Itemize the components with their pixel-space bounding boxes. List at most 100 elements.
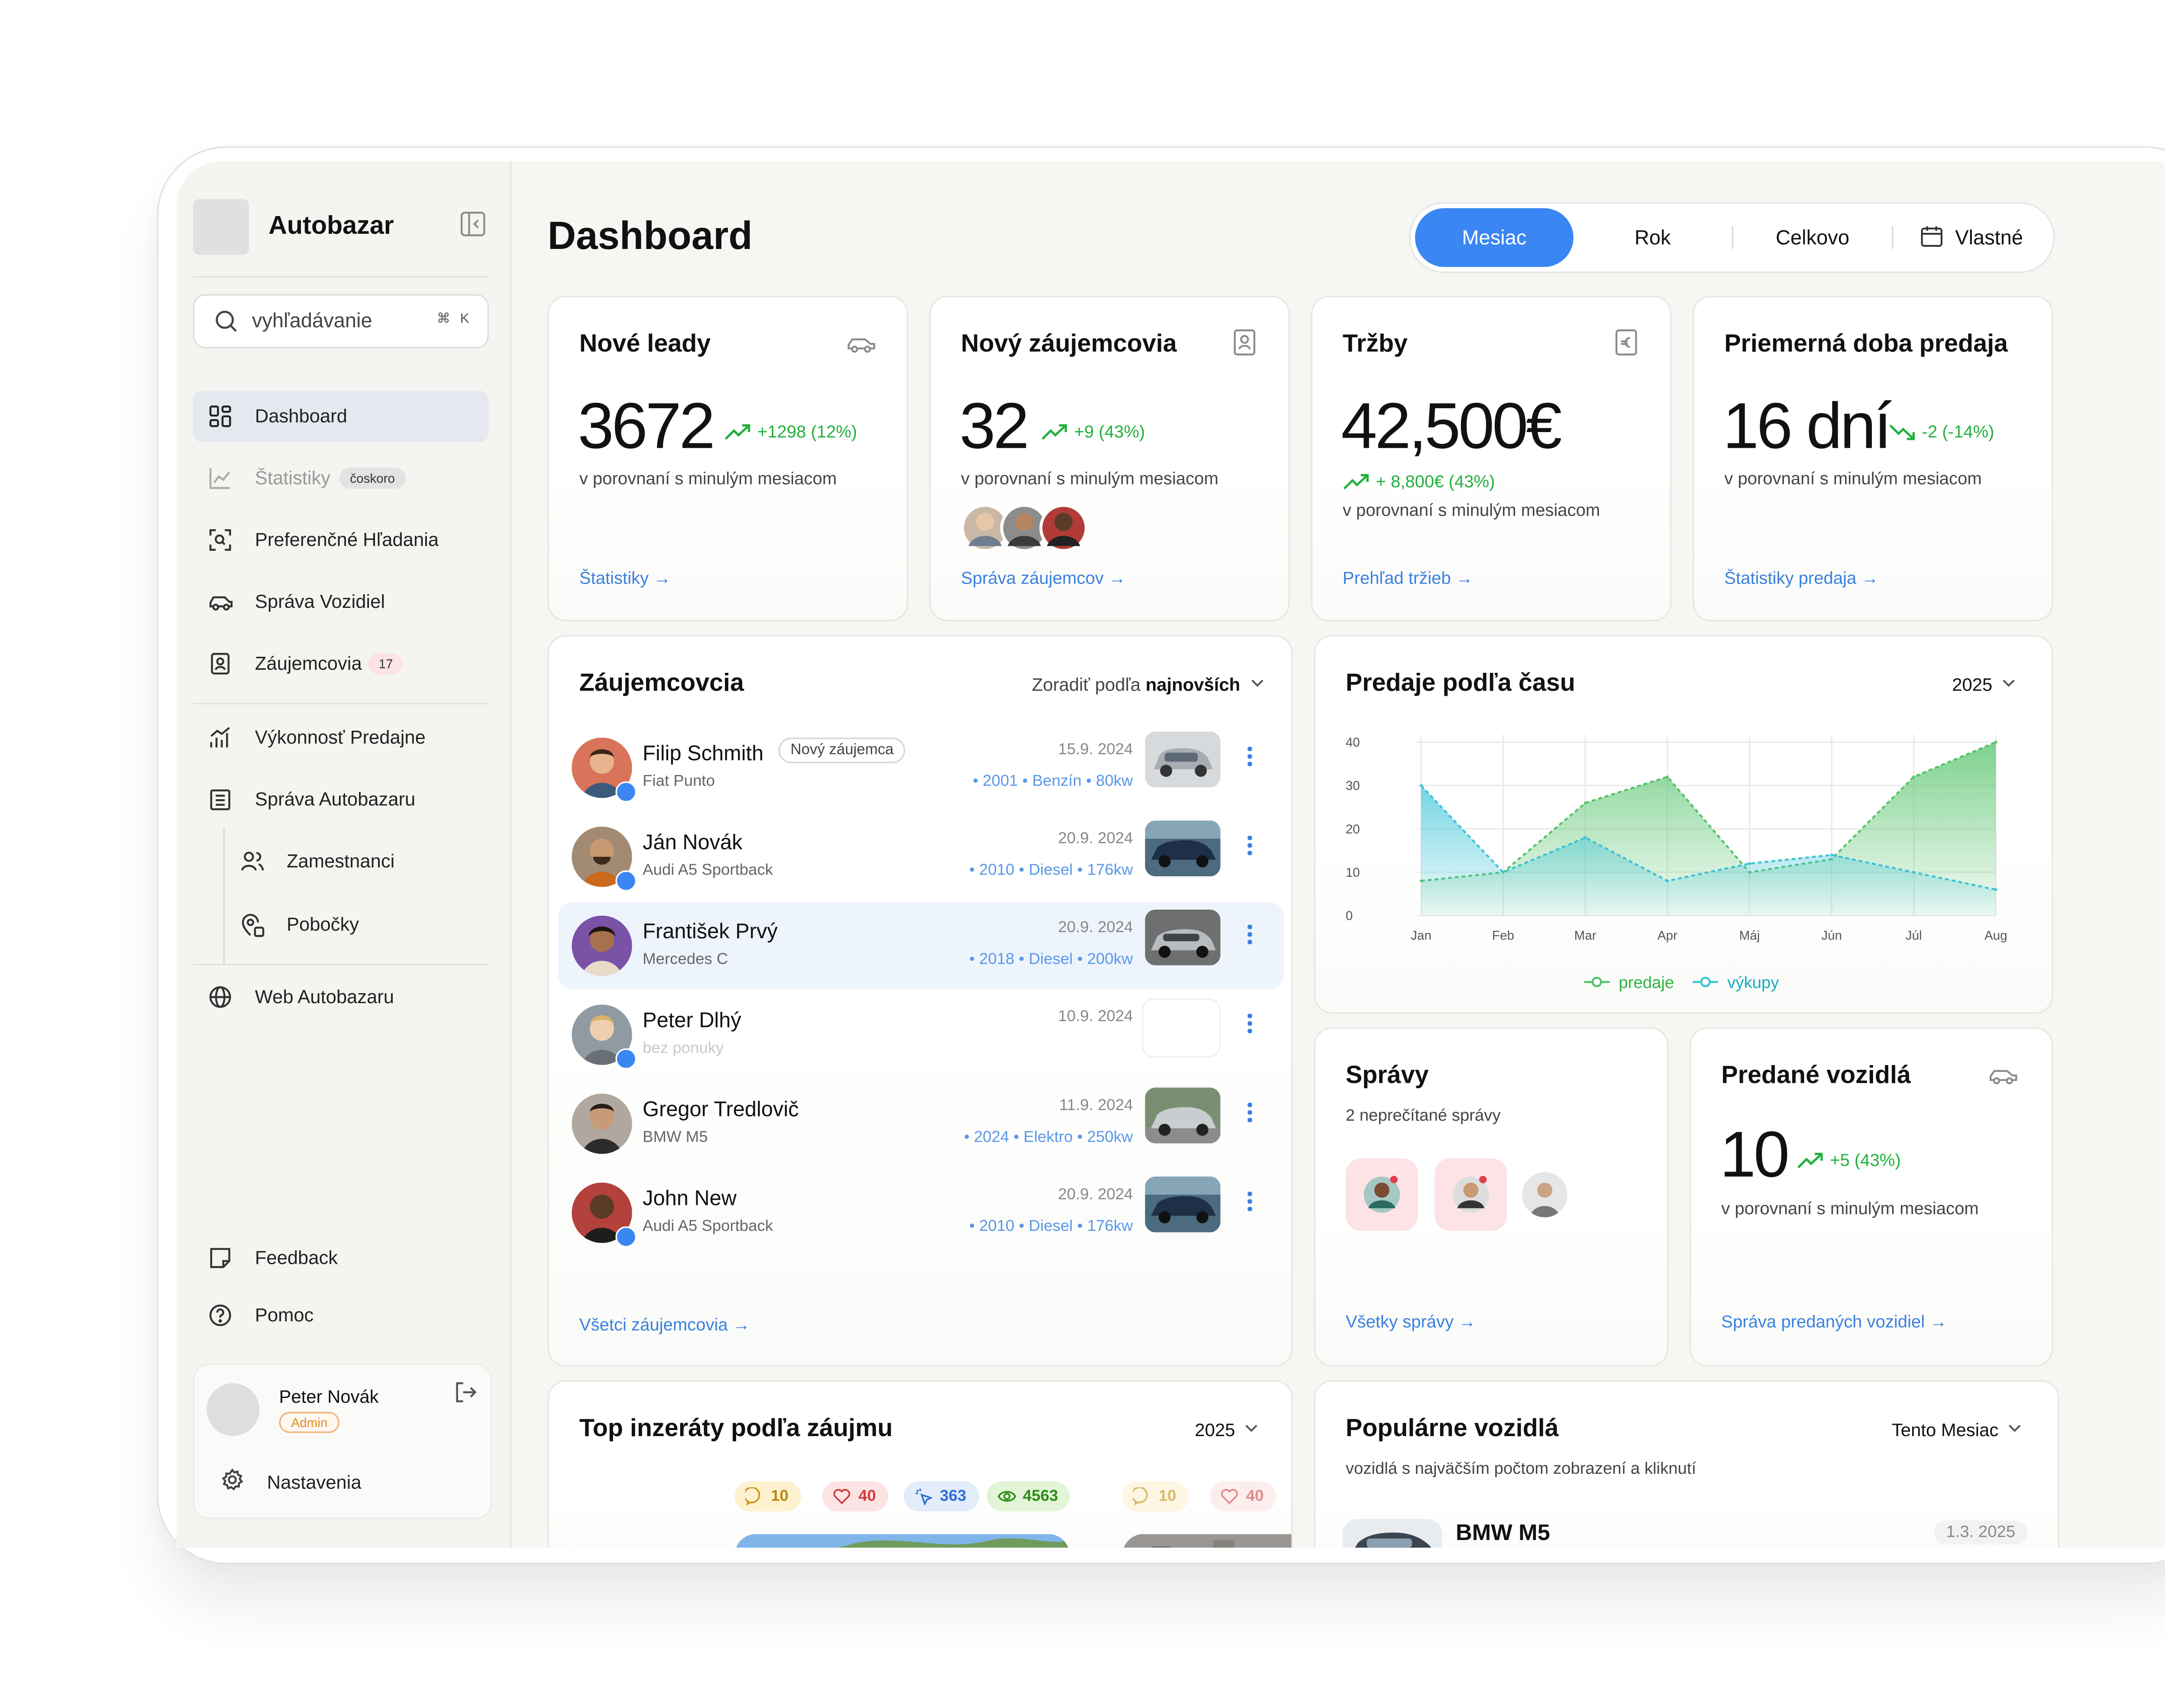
message-avatar-unread[interactable] (1435, 1158, 1507, 1231)
x-tick-label: Apr (1658, 929, 1677, 943)
period-dropdown[interactable]: Tento Mesiac (1892, 1419, 2022, 1440)
globe-icon (209, 986, 231, 1008)
likes-chip: 40 (1210, 1481, 1276, 1511)
stat-card-revenue: Tržby 42,500€ + 8,800€ (43%) v porovnaní… (1311, 295, 1672, 622)
prospect-name: Filip Schmith (643, 740, 764, 765)
vehicle-name[interactable]: BMW M5 (1456, 1521, 1550, 1546)
x-tick-label: Jún (1821, 929, 1842, 943)
x-tick-label: Mar (1574, 929, 1596, 943)
ad-image[interactable] (734, 1534, 1070, 1548)
prospect-avatars[interactable] (961, 502, 1097, 553)
period-total-tab[interactable]: Celkovo (1733, 203, 1892, 271)
link-label: Všetky správy (1345, 1314, 1454, 1332)
search-input[interactable]: vyhľadávanie ⌘ K (193, 294, 489, 349)
x-tick-label: Jan (1411, 929, 1431, 943)
card-title: Predané vozidlá (1721, 1062, 1911, 1089)
sidebar-item-statistics[interactable]: Štatistiky čoskoro (193, 452, 489, 504)
table-row[interactable]: John New Audi A5 Sportback 20.9. 2024 • … (558, 1169, 1284, 1256)
likes-chip: 40 (822, 1481, 888, 1511)
link-label: Štatistiky (579, 570, 649, 588)
year-dropdown[interactable]: 2025 (1195, 1419, 1258, 1440)
all-messages-link[interactable]: Všetky správy → (1346, 1314, 1476, 1332)
more-icon[interactable] (1247, 1191, 1254, 1214)
chip-value: 363 (940, 1487, 966, 1506)
sidebar-item-sales-performance[interactable]: Výkonnosť Predajne (193, 712, 489, 763)
period-month-tab[interactable]: Mesiac (1415, 208, 1574, 267)
sidebar-item-branches[interactable]: Pobočky (193, 899, 489, 950)
data-point (1502, 871, 1505, 874)
more-icon[interactable] (1247, 924, 1254, 947)
sort-dropdown[interactable]: Zoradiť podľa najnovších (1032, 674, 1265, 695)
revenue-overview-link[interactable]: Prehľad tržieb → (1343, 570, 1473, 588)
stat-value: 3672 (578, 391, 715, 463)
legend-item-buyouts[interactable]: výkupy (1693, 975, 1779, 992)
prospect-car: Audi A5 Sportback (643, 861, 773, 880)
sidebar-item-help[interactable]: Pomoc (193, 1290, 489, 1341)
unread-count: 2 neprečítané správy (1345, 1107, 1501, 1126)
car-specs: • 2001 • Benzín • 80kw (973, 772, 1133, 791)
sidebar: Autobazar vyhľadávanie ⌘ K Dashboard Šta… (176, 161, 512, 1548)
table-row[interactable]: Gregor Tredlovič BMW M5 11.9. 2024 • 202… (558, 1080, 1284, 1168)
popular-subtitle: vozidlá s najväčším počtom zobrazení a k… (1345, 1460, 1696, 1479)
sidebar-collapse-icon[interactable] (460, 211, 486, 237)
avatar[interactable] (207, 1383, 260, 1436)
stat-delta-text: -2 (-14%) (1922, 424, 1994, 442)
more-icon[interactable] (1247, 836, 1254, 858)
prospect-date: 20.9. 2024 (1058, 918, 1133, 937)
period-year-tab[interactable]: Rok (1574, 203, 1732, 271)
data-point (1584, 801, 1587, 804)
gear-icon[interactable] (220, 1468, 245, 1492)
table-row[interactable]: Ján Novák Audi A5 Sportback 20.9. 2024 •… (558, 813, 1284, 901)
card-title: Správy (1345, 1062, 1429, 1089)
table-row[interactable]: Filip Schmith Nový záujemca Fiat Punto 1… (558, 724, 1284, 811)
statistics-link[interactable]: Štatistiky → (579, 570, 671, 588)
settings-link[interactable]: Nastavenia (267, 1472, 362, 1493)
more-icon[interactable] (1247, 1014, 1254, 1036)
car-icon (1990, 1070, 2017, 1085)
sidebar-item-website[interactable]: Web Autobazaru (193, 972, 489, 1023)
table-row[interactable]: Peter Dlhý bez ponuky 10.9. 2024 (558, 991, 1284, 1078)
prospect-car: Fiat Punto (643, 772, 715, 791)
prospects-count-badge: 17 (368, 653, 404, 675)
more-icon[interactable] (1247, 1102, 1254, 1125)
trend-up-icon (1797, 1153, 1823, 1169)
sidebar-item-preferred-searches[interactable]: Preferenčné Hľadania (193, 514, 489, 565)
sales-stats-link[interactable]: Štatistiky predaja → (1724, 570, 1878, 588)
sidebar-item-label: Dashboard (255, 406, 347, 427)
sidebar-item-autobazar-management[interactable]: Správa Autobazaru (193, 774, 489, 825)
top-ads-card: Top inzeráty podľa záujmu 2025 10 40 363… (547, 1380, 1293, 1548)
brand-name: Autobazar (268, 211, 394, 240)
table-row[interactable]: František Prvý Mercedes C 20.9. 2024 • 2… (558, 902, 1284, 990)
more-icon[interactable] (1247, 746, 1254, 769)
link-label: Štatistiky predaja (1724, 570, 1857, 588)
x-tick-label: Feb (1492, 929, 1514, 943)
legend-item-sales[interactable]: predaje (1584, 975, 1674, 992)
card-title: Priemerná doba predaja (1724, 330, 2008, 358)
sidebar-item-employees[interactable]: Zamestnanci (193, 836, 489, 887)
click-icon (915, 1488, 933, 1506)
ad-image[interactable] (1122, 1534, 1292, 1548)
all-prospects-link[interactable]: Všetci záujemcovia → (579, 1317, 750, 1335)
verified-icon (615, 870, 637, 892)
car-specs: • 2010 • Diesel • 176kw (969, 861, 1133, 880)
data-point (1830, 853, 1833, 856)
message-avatar-unread[interactable] (1345, 1158, 1418, 1231)
period-custom-tab[interactable]: Vlastné (1893, 203, 2050, 271)
y-tick-label: 30 (1346, 779, 1360, 793)
sidebar-item-dashboard[interactable]: Dashboard (193, 391, 489, 442)
logout-icon[interactable] (454, 1380, 478, 1404)
car-thumbnail (1145, 909, 1221, 965)
manage-prospects-link[interactable]: Správa záujemcov → (961, 570, 1126, 588)
sold-vehicles-link[interactable]: Správa predaných vozidiel → (1721, 1314, 1947, 1332)
sidebar-item-feedback[interactable]: Feedback (193, 1232, 489, 1283)
sidebar-item-prospects[interactable]: Záujemcovia 17 (193, 638, 489, 689)
sidebar-item-vehicles[interactable]: Správa Vozidiel (193, 576, 489, 627)
prospect-car: Audi A5 Sportback (643, 1217, 773, 1236)
message-avatar[interactable] (1522, 1172, 1567, 1217)
prospect-date: 11.9. 2024 (1059, 1096, 1133, 1115)
sort-prefix: Zoradiť podľa (1032, 674, 1141, 696)
search-shortcut: ⌘ K (436, 310, 472, 326)
stat-value: 32 (959, 391, 1029, 463)
data-point (1584, 836, 1587, 839)
period-custom-label: Vlastné (1955, 226, 2023, 249)
